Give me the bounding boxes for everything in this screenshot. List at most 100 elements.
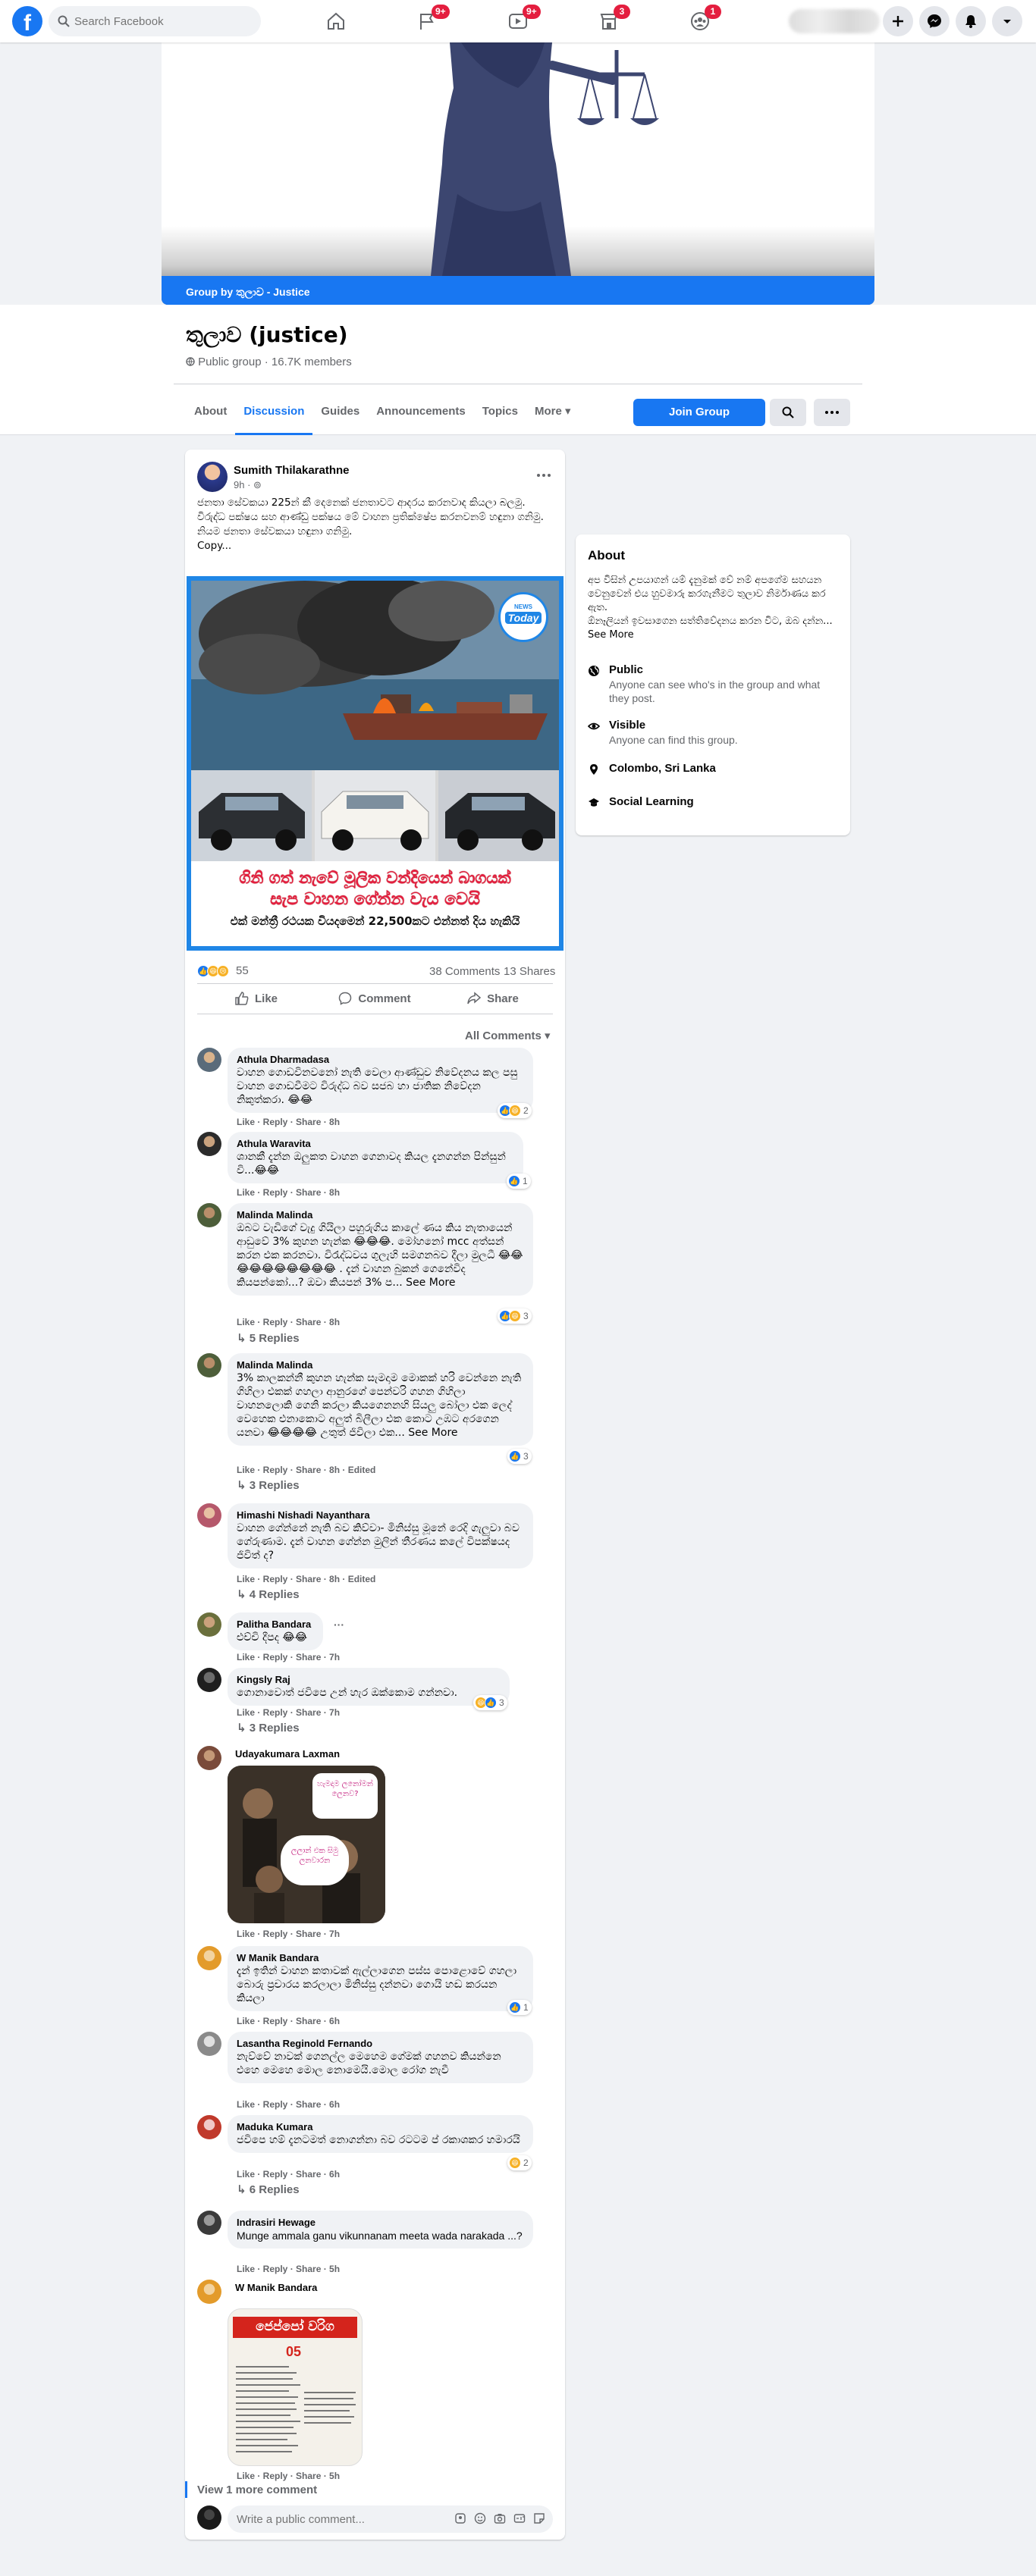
commenter-name[interactable]: Indrasiri Hewage (237, 2217, 524, 2229)
comment-actions[interactable]: Like · Reply · Share · 7h (237, 1929, 340, 1939)
comment-actions[interactable]: Like · Reply · Share · 8h (237, 1117, 340, 1127)
tab-more[interactable]: More ▾ (526, 385, 579, 435)
commenter-name[interactable]: Kingsly Raj (237, 1674, 501, 1686)
group-search-button[interactable] (770, 399, 806, 426)
comment-meme-image[interactable]: හැමදාම ලනෝමන් ලෙනව? ලලාන් එක සිමු ලනවාරන (228, 1766, 385, 1923)
commenter-avatar[interactable] (197, 1048, 221, 1072)
comment-actions[interactable]: Like · Reply · Share · 8h (237, 1317, 340, 1327)
messenger-button[interactable] (919, 6, 950, 36)
view-replies-link[interactable]: ↳ 4 Replies (237, 1587, 300, 1601)
nav-home[interactable] (298, 3, 374, 39)
cover-group-label[interactable]: Group by තුලාව - Justice (162, 276, 874, 305)
post-time[interactable]: 9h · ⊚ (234, 479, 262, 491)
commenter-avatar[interactable] (197, 2280, 221, 2304)
notifications-button[interactable] (956, 6, 986, 36)
tab-discussion[interactable]: Discussion (235, 385, 313, 435)
view-replies-link[interactable]: ↳ 3 Replies (237, 1478, 300, 1492)
facebook-logo[interactable]: f (12, 6, 42, 36)
comment-actions[interactable]: Like · Reply · Share · 8h (237, 1187, 340, 1198)
comment-actions[interactable]: Like · Reply · Share · 8h · Edited (237, 1574, 375, 1584)
account-menu-button[interactable] (992, 6, 1022, 36)
comment-reactions[interactable]: 😆 2 (507, 2155, 532, 2170)
commenter-avatar[interactable] (197, 2211, 221, 2235)
comments-count[interactable]: 38 Comments (429, 965, 500, 978)
commenter-avatar[interactable] (197, 1203, 221, 1227)
comment-button[interactable]: Comment (316, 985, 434, 1012)
comment-actions[interactable]: Like · Reply · Share · 5h (237, 2264, 340, 2274)
comments-sort-dropdown[interactable]: All Comments ▾ (465, 1029, 551, 1042)
commenter-name[interactable]: Lasantha Reginold Fernando (237, 2038, 524, 2050)
comment-actions[interactable]: Like · Reply · Share · 8h · Edited (237, 1465, 375, 1475)
tab-guides[interactable]: Guides (312, 385, 368, 435)
nav-watch[interactable]: 9+ (480, 3, 556, 39)
commenter-name[interactable]: Udayakumara Laxman (235, 1748, 340, 1760)
comment-reactions[interactable]: 👍 1 (507, 2000, 532, 2015)
commenter-name[interactable]: Malinda Malinda (237, 1209, 524, 1221)
tab-about[interactable]: About (186, 385, 235, 435)
camera-icon[interactable] (494, 2512, 506, 2524)
commenter-avatar[interactable] (197, 1746, 221, 1770)
commenter-name[interactable]: W Manik Bandara (237, 1952, 524, 1964)
nav-pages[interactable]: 9+ (389, 3, 465, 39)
commenter-avatar[interactable] (197, 1132, 221, 1156)
commenter-avatar[interactable] (197, 1668, 221, 1692)
commenter-name[interactable]: Palitha Bandara (237, 1619, 314, 1631)
commenter-avatar[interactable] (197, 1946, 221, 1970)
join-group-button[interactable]: Join Group (633, 399, 765, 426)
commenter-name[interactable]: Maduka Kumara (237, 2121, 524, 2133)
about-category-title[interactable]: Social Learning (609, 795, 694, 808)
comment-reactions[interactable]: 👍 😆 2 (498, 1103, 532, 1118)
about-location-title[interactable]: Colombo, Sri Lanka (609, 762, 716, 775)
post-options-button[interactable] (530, 462, 557, 489)
view-replies-link[interactable]: ↳ 3 Replies (237, 1721, 300, 1735)
post-author-avatar[interactable] (197, 462, 228, 492)
shares-count[interactable]: 13 Shares (504, 965, 555, 978)
post-author-name[interactable]: Sumith Thilakarathne (234, 464, 350, 477)
commenter-name[interactable]: W Manik Bandara (235, 2282, 317, 2294)
comment-reactions[interactable]: 👍 3 (507, 1449, 532, 1464)
tab-topics[interactable]: Topics (474, 385, 526, 435)
search-input[interactable] (74, 6, 249, 36)
create-button[interactable] (883, 6, 913, 36)
commenter-avatar[interactable] (197, 1353, 221, 1377)
comment-actions[interactable]: Like · Reply · Share · 6h (237, 2099, 340, 2110)
commenter-name[interactable]: Athula Dharmadasa (237, 1054, 524, 1066)
profile-shortcut-blurred[interactable] (789, 9, 880, 33)
commenter-avatar[interactable] (197, 1612, 221, 1637)
view-replies-link[interactable]: ↳ 6 Replies (237, 2183, 300, 2196)
emoji-icon[interactable] (474, 2512, 486, 2524)
comment-actions[interactable]: Like · Reply · Share · 6h (237, 2169, 340, 2180)
view-replies-link[interactable]: ↳ 5 Replies (237, 1331, 300, 1345)
comment-options-button[interactable]: ··· (334, 1619, 344, 1631)
group-name[interactable]: තුලාව (justice) (186, 322, 348, 348)
comment-reactions[interactable]: 👍 😆 3 (498, 1308, 532, 1324)
comment-actions[interactable]: Like · Reply · Share · 5h (237, 2471, 340, 2481)
view-more-comments-link[interactable]: View 1 more comment (197, 2484, 317, 2496)
comment-newspaper-image[interactable]: ජෙප්පෝ වරිග 05 (228, 2308, 363, 2466)
comment-actions[interactable]: Like · Reply · Share · 7h (237, 1707, 340, 1718)
comment-actions[interactable]: Like · Reply · Share · 7h (237, 1652, 340, 1662)
commenter-name[interactable]: Himashi Nishadi Nayanthara (237, 1509, 524, 1521)
commenter-name[interactable]: Malinda Malinda (237, 1359, 524, 1371)
sticker-icon[interactable] (533, 2512, 545, 2524)
gif-icon[interactable] (513, 2512, 526, 2524)
comment-reactions[interactable]: 😆 👍 3 (473, 1695, 507, 1710)
search-box[interactable] (49, 6, 261, 36)
write-comment-box[interactable] (228, 2505, 553, 2533)
commenter-avatar[interactable] (197, 2032, 221, 2056)
share-button[interactable]: Share (434, 985, 552, 1012)
comment-reactions[interactable]: 👍 1 (507, 1174, 531, 1189)
group-more-button[interactable] (814, 399, 850, 426)
commenter-avatar[interactable] (197, 2115, 221, 2139)
nav-groups[interactable]: 1 (662, 3, 738, 39)
post-reactions-summary[interactable]: 👍 😆 😢 55 (197, 964, 249, 977)
commenter-avatar[interactable] (197, 1503, 221, 1528)
like-button[interactable]: Like (197, 985, 316, 1012)
tab-announcements[interactable]: Announcements (368, 385, 474, 435)
write-comment-input[interactable] (237, 2505, 426, 2533)
commenter-name[interactable]: Athula Waravita (237, 1138, 514, 1150)
nav-marketplace[interactable]: 3 (571, 3, 647, 39)
comment-actions[interactable]: Like · Reply · Share · 6h (237, 2016, 340, 2026)
post-image[interactable]: NEWS Today ගිනි ගත් නැවේ මූලික වන්දියෙන්… (187, 576, 564, 951)
avatar-sticker-icon[interactable] (454, 2512, 466, 2524)
